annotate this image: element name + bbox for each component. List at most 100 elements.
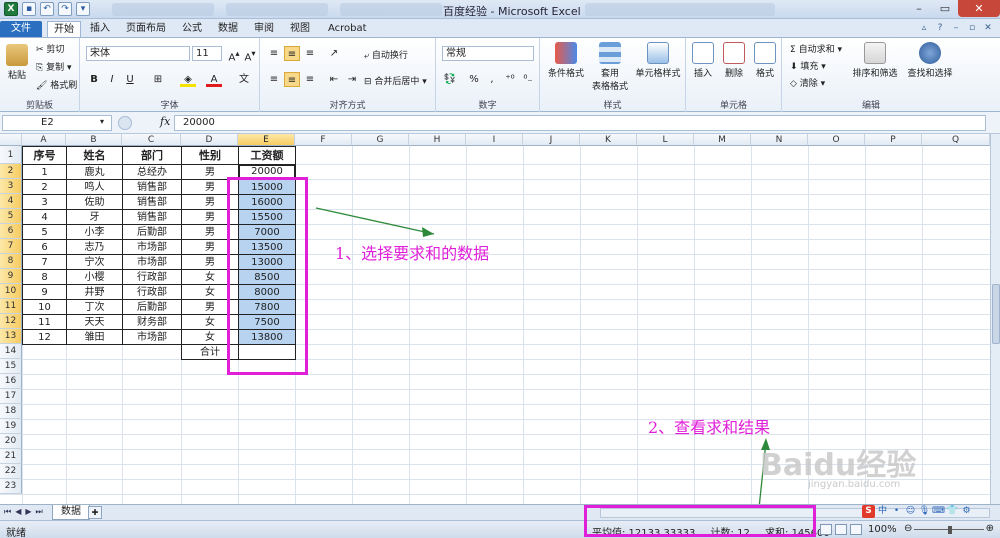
table-cell[interactable]: 11 [22,314,67,330]
row-header-14[interactable]: 14 [0,344,22,359]
row-header-16[interactable]: 16 [0,374,22,389]
paste-button[interactable]: 粘贴 [4,44,30,81]
formula-input[interactable]: 20000 [174,115,986,131]
autosum-button[interactable]: Σ 自动求和 ▾ [790,42,842,55]
table-cell[interactable]: 宁次 [66,254,123,270]
vertical-scroll-thumb[interactable] [992,284,1000,344]
table-cell[interactable]: 6 [22,239,67,255]
row-header-5[interactable]: 5 [0,209,22,224]
table-cell[interactable]: 后勤部 [122,299,182,315]
undo-icon[interactable]: ↶ [40,2,54,16]
copy-button[interactable]: ⎘ 复制 ▾ [36,60,71,73]
tab-acrobat[interactable]: Acrobat [328,21,367,37]
column-header-b[interactable]: B [66,134,122,146]
table-cell[interactable]: 销售部 [122,209,182,225]
column-header-d[interactable]: D [181,134,238,146]
select-all-corner[interactable] [0,134,22,146]
row-header-2[interactable]: 2 [0,164,22,179]
tab-view[interactable]: 视图 [290,21,310,37]
column-header-m[interactable]: M [694,134,751,146]
next-sheet-icon[interactable]: ▶ [25,507,31,517]
table-cell[interactable]: 7 [22,254,67,270]
table-cell[interactable]: 志乃 [66,239,123,255]
window-minimize-icon[interactable]: – [950,22,962,34]
table-cell[interactable]: 市场部 [122,239,182,255]
font-color-icon[interactable]: A [206,72,222,87]
tab-home[interactable]: 开始 [47,21,81,37]
column-header-l[interactable]: L [637,134,694,146]
table-cell[interactable]: 3 [22,194,67,210]
fill-button[interactable]: ⬇ 填充 ▾ [790,59,826,72]
comma-icon[interactable]: , [484,72,500,87]
row-header-6[interactable]: 6 [0,224,22,239]
tab-page-layout[interactable]: 页面布局 [126,21,166,37]
ime-punct-icon[interactable]: • [890,505,903,518]
decrease-indent-icon[interactable]: ⇤ [326,72,342,87]
font-size-select[interactable]: 11 [192,46,222,61]
table-cell[interactable]: 财务部 [122,314,182,330]
tab-file[interactable]: 文件 [0,21,42,37]
italic-button[interactable]: I [104,72,120,87]
customize-icon[interactable]: ▾ [76,2,90,16]
row-header-4[interactable]: 4 [0,194,22,209]
conditional-format-button[interactable]: 条件格式 [544,42,588,79]
row-header-15[interactable]: 15 [0,359,22,374]
table-cell[interactable]: 10 [22,299,67,315]
row-header-23[interactable]: 23 [0,479,22,494]
orientation-icon[interactable]: ↗ [326,46,342,61]
number-format-select[interactable]: 常规 [442,46,534,61]
phonetic-icon[interactable]: 文 [236,72,252,87]
align-right-icon[interactable]: ≡ [302,72,318,87]
window-restore-icon[interactable]: ▫ [966,22,978,34]
table-cell[interactable]: 市场部 [122,329,182,345]
column-header-j[interactable]: J [523,134,580,146]
table-cell[interactable]: 井野 [66,284,123,300]
fx-button[interactable]: fx [160,115,170,128]
row-header-19[interactable]: 19 [0,419,22,434]
row-header-13[interactable]: 13 [0,329,22,344]
format-as-table-button[interactable]: 套用 表格格式 [588,42,632,92]
column-header-a[interactable]: A [22,134,66,146]
increase-indent-icon[interactable]: ⇥ [344,72,360,87]
ime-keyboard-icon[interactable]: ⌨ [932,505,945,518]
column-header-n[interactable]: N [751,134,808,146]
table-cell[interactable]: 总经办 [122,164,182,180]
column-header-q[interactable]: Q [922,134,990,146]
prev-sheet-icon[interactable]: ◀ [15,507,21,517]
tab-insert[interactable]: 插入 [90,21,110,37]
normal-view-icon[interactable] [820,524,832,535]
table-cell[interactable]: 牙 [66,209,123,225]
borders-icon[interactable]: ⊞ [150,72,166,87]
first-sheet-icon[interactable]: ⏮ [4,507,11,517]
maximize-button[interactable]: ▭ [932,0,958,17]
row-header-22[interactable]: 22 [0,464,22,479]
font-name-select[interactable]: 宋体 [86,46,190,61]
table-cell[interactable]: 1 [22,164,67,180]
table-cell[interactable]: 丁次 [66,299,123,315]
zoom-slider[interactable]: ⊖ ⊕ [904,523,994,534]
align-bottom-icon[interactable]: ≡ [302,46,318,61]
column-header-g[interactable]: G [352,134,409,146]
column-header-e[interactable]: E [238,134,295,146]
table-cell[interactable]: 鸣人 [66,179,123,195]
zoom-in-icon[interactable]: ⊕ [986,523,994,534]
delete-cells-button[interactable]: 删除 [719,42,749,79]
increase-decimal-icon[interactable]: ⁺⁰ [502,72,518,87]
zoom-knob[interactable] [948,526,952,534]
zoom-level[interactable]: 100% [868,524,897,535]
insert-sheet-icon[interactable]: ✚ [88,506,102,519]
wrap-text-button[interactable]: ⤶ 自动换行 [364,48,408,61]
table-header-cell[interactable]: 部门 [122,146,182,165]
table-cell[interactable]: 鹿丸 [66,164,123,180]
row-header-12[interactable]: 12 [0,314,22,329]
column-header-h[interactable]: H [409,134,466,146]
close-button[interactable]: ✕ [958,0,1000,17]
table-cell[interactable]: 12 [22,329,67,345]
help-icon[interactable]: ? [934,22,946,34]
fill-color-icon[interactable]: ◈ [180,72,196,87]
find-select-button[interactable]: 查找和选择 [902,42,958,79]
ime-user-icon[interactable]: 👕 [946,505,959,518]
align-left-icon[interactable]: ≡ [266,72,282,87]
row-header-3[interactable]: 3 [0,179,22,194]
page-layout-view-icon[interactable] [835,524,847,535]
